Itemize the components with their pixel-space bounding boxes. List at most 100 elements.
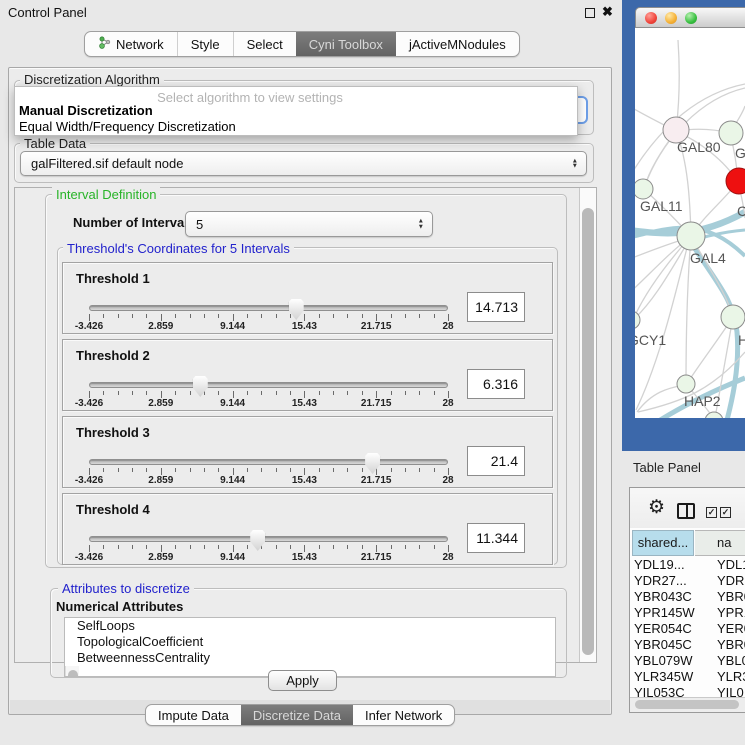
- table-row[interactable]: YLR345WYLR3: [630, 669, 745, 685]
- threshold-1-slider[interactable]: -3.4262.8599.14415.4321.71528: [89, 263, 448, 335]
- slider-tick: [347, 468, 348, 472]
- slider-tick: [103, 545, 104, 549]
- checkbox-icon[interactable]: ✓: [720, 507, 731, 518]
- slider-tick: [419, 391, 420, 395]
- tab-network[interactable]: Network: [85, 32, 177, 56]
- tab-select[interactable]: Select: [233, 32, 296, 56]
- slider-tick: [118, 545, 119, 549]
- dropdown-option-manual-discretization[interactable]: Manual Discretization: [19, 103, 153, 118]
- table-row[interactable]: YBL079WYBL0: [630, 653, 745, 669]
- slider-track[interactable]: [89, 459, 448, 465]
- slider-tick: [190, 391, 191, 395]
- slider-tick: [405, 314, 406, 318]
- slider-handle[interactable]: [193, 376, 208, 397]
- scrollbar-thumb[interactable]: [68, 670, 78, 677]
- threshold-3-slider[interactable]: -3.4262.8599.14415.4321.71528: [89, 417, 448, 489]
- tab-jactivemnodules[interactable]: jActiveMNodules: [396, 32, 519, 56]
- tab-cyni-toolbox[interactable]: Cyni Toolbox: [296, 32, 396, 56]
- threshold-4-value[interactable]: 11.344: [467, 523, 525, 553]
- slider-tick: [132, 545, 133, 549]
- list-scrollbar[interactable]: [65, 666, 79, 677]
- slider-tick: [434, 468, 435, 472]
- tab-infer-network[interactable]: Infer Network: [353, 705, 454, 725]
- table-row[interactable]: YDL19...YDL1: [630, 557, 745, 573]
- threshold-1-value[interactable]: 14.713: [467, 292, 525, 322]
- tab-impute-data[interactable]: Impute Data: [146, 705, 241, 725]
- network-window-titlebar[interactable]: [635, 7, 745, 28]
- scrollbar-thumb[interactable]: [582, 208, 594, 655]
- slider-tick: [304, 545, 305, 552]
- slider-tick-label: 2.859: [148, 398, 173, 409]
- slider-tick: [391, 545, 392, 549]
- minimize-traffic-light-icon[interactable]: [665, 12, 677, 24]
- table-row[interactable]: YPR145WYPR1: [630, 605, 745, 621]
- slider-tick-label: 2.859: [148, 475, 173, 486]
- slider-handle[interactable]: [250, 530, 265, 551]
- bottom-tab-bar: Impute Data Discretize Data Infer Networ…: [145, 704, 455, 726]
- attribute-list-item[interactable]: BetweennessCentrality: [65, 650, 555, 666]
- table-row[interactable]: YBR045CYBR0: [630, 637, 745, 653]
- slider-tick: [376, 391, 377, 398]
- slider-tick: [175, 468, 176, 472]
- table-data-combo-value: galFiltered.sif default node: [31, 156, 183, 171]
- slider-tick: [161, 545, 162, 552]
- table-data-combo[interactable]: galFiltered.sif default node ▲▼: [20, 151, 587, 176]
- cell-shared-name: YPR145W: [634, 605, 695, 620]
- attribute-list-item[interactable]: TopologicalCoefficient: [65, 634, 555, 650]
- slider-tick: [276, 545, 277, 549]
- slider-tick: [233, 468, 234, 475]
- threshold-4-slider[interactable]: -3.4262.8599.14415.4321.71528: [89, 494, 448, 566]
- number-of-intervals-combo[interactable]: 5 ▲▼: [185, 211, 433, 237]
- split-view-icon[interactable]: [677, 503, 695, 519]
- cell-shared-name: YIL053C: [634, 685, 685, 697]
- threshold-2-slider[interactable]: -3.4262.8599.14415.4321.71528: [89, 340, 448, 412]
- network-node-gal4[interactable]: [677, 222, 705, 250]
- network-node[interactable]: [705, 412, 723, 418]
- tab-discretize-data[interactable]: Discretize Data: [241, 705, 353, 725]
- float-window-icon[interactable]: [585, 8, 595, 18]
- slider-handle[interactable]: [365, 453, 380, 474]
- slider-tick: [362, 314, 363, 318]
- slider-tick: [261, 391, 262, 395]
- slider-tick: [218, 468, 219, 472]
- algorithm-dropdown-popup: Select algorithm to view settings Manual…: [14, 86, 578, 136]
- slider-tick: [333, 314, 334, 318]
- threshold-3-value[interactable]: 21.4: [467, 446, 525, 476]
- apply-button[interactable]: Apply: [268, 670, 337, 691]
- cell-shared-name: YBR045C: [634, 637, 692, 652]
- column-header-shared-name[interactable]: shared...: [632, 530, 694, 556]
- close-icon[interactable]: ✖: [602, 4, 613, 20]
- checkbox-icon[interactable]: ✓: [706, 507, 717, 518]
- table-row[interactable]: YER054CYER0: [630, 621, 745, 637]
- slider-tick: [304, 468, 305, 475]
- slider-track[interactable]: [89, 305, 448, 311]
- network-node-hap2[interactable]: [677, 375, 695, 393]
- network-icon: [98, 36, 111, 52]
- network-node-h[interactable]: [721, 305, 745, 329]
- network-node-gal11[interactable]: [635, 179, 653, 199]
- threshold-2-value[interactable]: 6.316: [467, 369, 525, 399]
- numerical-attributes-list[interactable]: SelfLoopsTopologicalCoefficientBetweenne…: [64, 617, 556, 677]
- network-node[interactable]: [726, 168, 745, 194]
- table-row[interactable]: YDR27...YDR2: [630, 573, 745, 589]
- scrollbar-thumb[interactable]: [635, 700, 739, 709]
- table-row[interactable]: YIL053C YIL0: [630, 685, 745, 697]
- table-row[interactable]: YBR043CYBR0: [630, 589, 745, 605]
- slider-track[interactable]: [89, 536, 448, 542]
- gear-icon[interactable]: ⚙: [648, 498, 665, 517]
- zoom-traffic-light-icon[interactable]: [685, 12, 697, 24]
- network-node-ga[interactable]: [719, 121, 743, 145]
- network-graph[interactable]: GAL80GAGAL11GAL4GCY1HHAP2C: [635, 28, 745, 418]
- column-header-name[interactable]: na: [695, 530, 745, 556]
- slider-tick: [319, 391, 320, 395]
- attributes-group-label: Attributes to discretize: [58, 581, 194, 596]
- cell-name: YBR0: [717, 589, 745, 604]
- slider-tick: [132, 391, 133, 395]
- cell-name: YIL0: [717, 685, 744, 697]
- tab-style[interactable]: Style: [177, 32, 233, 56]
- attribute-list-item[interactable]: SelfLoops: [65, 618, 555, 634]
- close-traffic-light-icon[interactable]: [645, 12, 657, 24]
- slider-track[interactable]: [89, 382, 448, 388]
- network-canvas[interactable]: GAL80GAGAL11GAL4GCY1HHAP2C: [635, 28, 745, 418]
- dropdown-option-equal-width[interactable]: Equal Width/Frequency Discretization: [19, 119, 236, 134]
